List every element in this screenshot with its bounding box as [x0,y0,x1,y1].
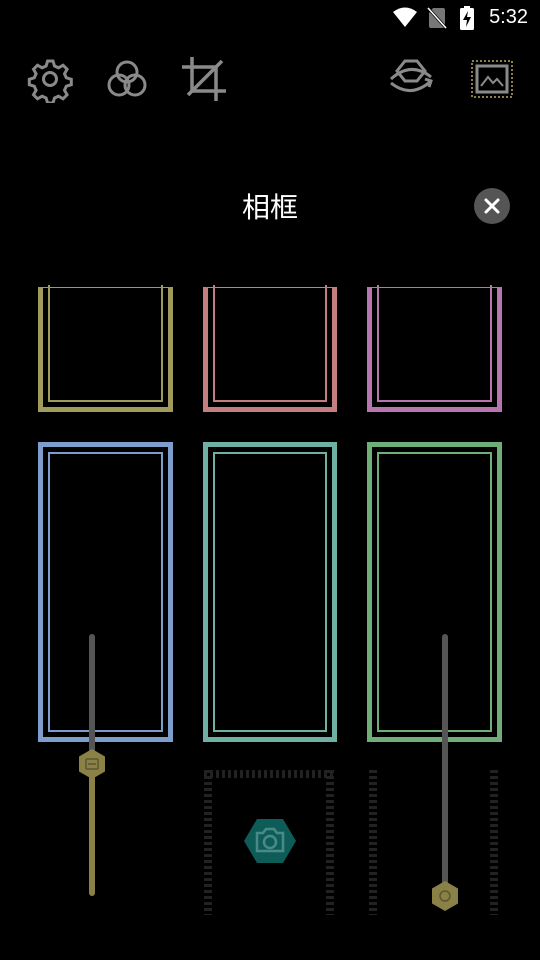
left-slider-handle[interactable] [78,748,106,780]
frame-icon[interactable] [468,55,516,103]
frame-option-5[interactable] [203,442,337,742]
left-slider-track-upper[interactable] [89,634,95,764]
frame-inner-border [213,452,327,732]
status-bar: 5:32 [0,0,540,36]
frame-inner-border [48,452,163,732]
frame-option-9-left-edge [369,770,377,915]
battery-charging-icon [460,6,474,30]
right-slider-track[interactable] [442,634,448,896]
frame-inner-border [377,285,492,402]
crop-icon[interactable] [180,55,228,103]
camera-button[interactable] [243,817,297,865]
frame-option-1[interactable] [38,285,173,412]
close-icon [484,198,500,214]
frame-inner-border [377,452,492,732]
left-slider-track-lower[interactable] [89,764,95,896]
frame-inner-border [213,285,327,402]
frame-option-8-left-edge [204,770,212,915]
frame-option-8-right-edge [326,770,334,915]
frame-option-2[interactable] [203,285,337,412]
wifi-icon [393,7,417,27]
frame-inner-border [48,285,163,402]
no-sim-icon [427,6,447,30]
gear-icon[interactable] [26,55,74,103]
dialog-title: 相框 [241,191,298,224]
filters-icon[interactable] [103,55,151,103]
frame-option-8-top-edge [204,770,334,778]
frame-option-3[interactable] [367,285,502,412]
status-time: 5:32 [489,6,528,28]
right-slider-handle[interactable] [431,880,459,912]
frame-option-9-right-edge [490,770,498,915]
rotate-icon[interactable] [387,55,435,103]
frame-option-4[interactable] [38,442,173,742]
frame-option-6[interactable] [367,442,502,742]
close-button[interactable] [474,188,510,224]
